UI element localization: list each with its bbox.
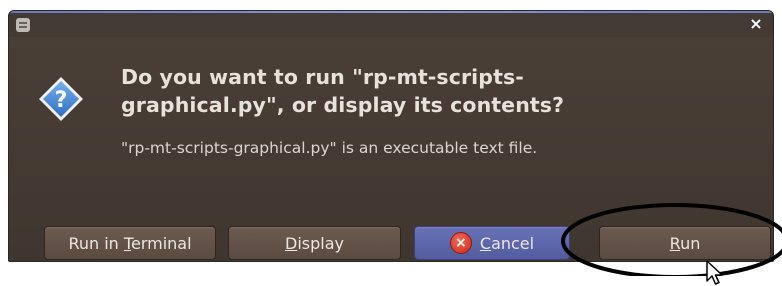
display-button[interactable]: Display <box>228 226 401 260</box>
dialog-heading-line1: Do you want to run "rp-mt-scripts- <box>121 65 524 89</box>
window-menu-icon-line <box>19 22 27 24</box>
title-bar: × <box>9 11 773 37</box>
run-in-terminal-button[interactable]: Run in Terminal <box>44 226 216 260</box>
dialog-heading-line2: graphical.py", or display its contents? <box>121 93 565 117</box>
run-button[interactable]: Run <box>599 226 771 260</box>
question-icon-glyph: ? <box>55 88 68 113</box>
cancel-button[interactable]: × Cancel <box>414 226 570 260</box>
dialog-heading: Do you want to run "rp-mt-scripts- graph… <box>121 63 761 119</box>
run-in-terminal-label: Run in Terminal <box>68 233 192 253</box>
cancel-label: Cancel <box>479 233 535 253</box>
window-menu-icon-line <box>19 26 27 28</box>
cancel-x-icon: × <box>449 232 472 254</box>
mouse-pointer-icon <box>706 260 723 285</box>
question-icon: ? <box>39 77 83 121</box>
close-icon[interactable]: × <box>747 15 765 33</box>
window-menu-icon[interactable] <box>16 18 30 32</box>
dialog-window: × ? Do you want to run "rp-mt-scripts- g… <box>8 10 774 262</box>
display-label: Display <box>285 233 344 253</box>
run-label: Run <box>669 233 701 253</box>
dialog-subtext: "rp-mt-scripts-graphical.py" is an execu… <box>121 139 538 157</box>
